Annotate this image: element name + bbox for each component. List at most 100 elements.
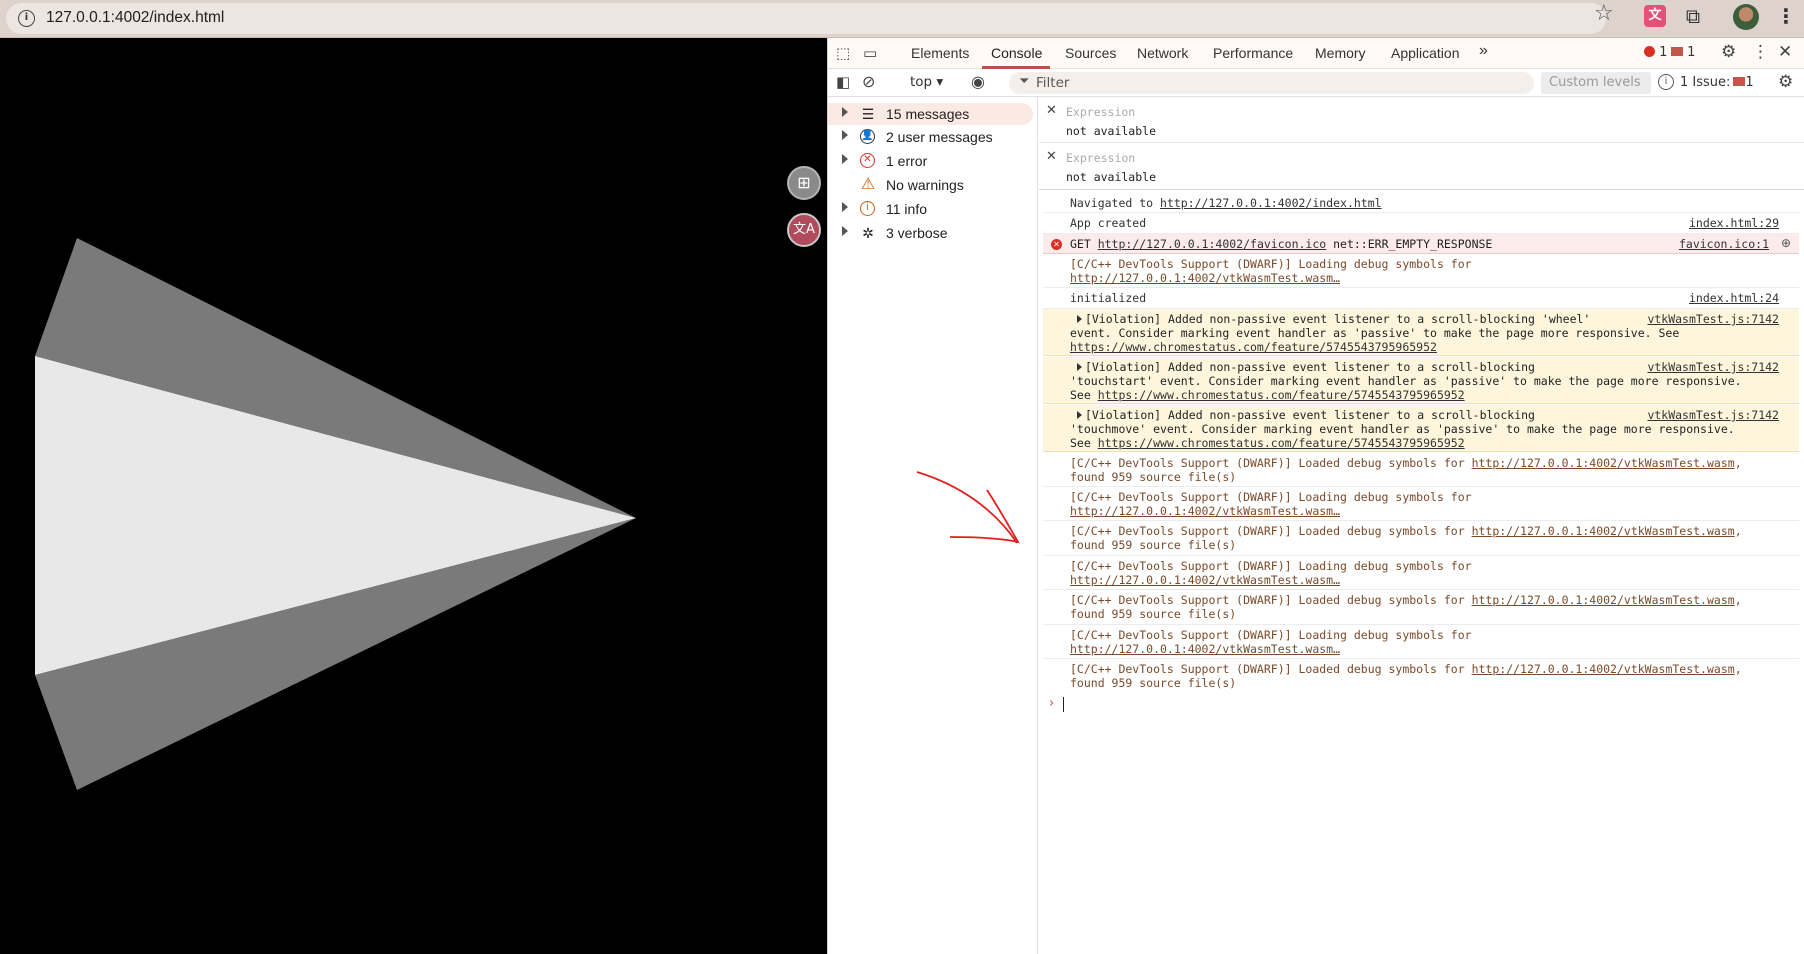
site-info-icon[interactable]: i xyxy=(18,10,35,27)
expand-arrow-icon[interactable] xyxy=(842,154,848,164)
console-prompt-icon: › xyxy=(1049,696,1055,711)
error-count-badge[interactable]: 1 xyxy=(1644,45,1667,60)
tab-network[interactable]: Network xyxy=(1137,45,1188,61)
address-bar[interactable]: i 127.0.0.1:4002/index.html xyxy=(6,3,1606,34)
extension-translate-icon[interactable]: 文 xyxy=(1644,5,1666,27)
sidebar-item-messages[interactable]: ☰ 15 messages xyxy=(828,103,1033,125)
filter-input[interactable]: ⏷ Filter xyxy=(1009,72,1534,94)
source-link[interactable]: favicon.ico:1 xyxy=(1679,237,1769,251)
console-output[interactable]: ✕ Expression not available ✕ Expression … xyxy=(1039,97,1804,954)
message-link[interactable]: http://127.0.0.1:4002/vtkWasmTest.wasm… xyxy=(1070,504,1340,518)
message-link[interactable]: http://127.0.0.1:4002/favicon.ico xyxy=(1098,237,1326,251)
tab-sources[interactable]: Sources xyxy=(1065,45,1116,61)
message-line: [Violation] Added non-passive event list… xyxy=(1084,360,1535,374)
console-error-message: ✕ GET http://127.0.0.1:4002/favicon.ico … xyxy=(1043,234,1799,254)
issues-button[interactable]: 1 Issue: 1 xyxy=(1680,75,1754,90)
console-violation-message[interactable]: [Violation] Added non-passive event list… xyxy=(1043,357,1799,404)
tab-elements[interactable]: Elements xyxy=(911,45,969,61)
sidebar-item-verbose[interactable]: ✲ 3 verbose xyxy=(828,222,1033,244)
message-link[interactable]: http://127.0.0.1:4002/vtkWasmTest.wasm… xyxy=(1070,642,1340,656)
close-icon[interactable]: ✕ xyxy=(1046,103,1057,118)
live-expression[interactable]: ✕ Expression not available xyxy=(1039,143,1804,190)
message-suffix: , xyxy=(1734,593,1742,607)
message-text: [C/C++ DevTools Support (DWARF)] Loading… xyxy=(1070,257,1690,285)
devtools-menu-icon[interactable]: ⋮ xyxy=(1752,42,1769,62)
message-text: initialized xyxy=(1070,291,1147,305)
log-levels-dropdown[interactable]: Custom levels ▾ xyxy=(1541,72,1651,112)
apps-grid-icon[interactable]: ⊞ xyxy=(787,166,821,200)
warning-icon: ⚠ xyxy=(860,176,876,193)
expand-arrow-icon[interactable] xyxy=(842,107,848,117)
issue-count-badge[interactable]: 1 xyxy=(1671,45,1695,60)
sidebar-item-errors[interactable]: ✕ 1 error xyxy=(828,150,1033,172)
extensions-puzzle-icon[interactable]: ⧉ xyxy=(1682,5,1704,27)
profile-avatar[interactable] xyxy=(1733,4,1759,30)
source-link[interactable]: index.html:24 xyxy=(1689,291,1779,305)
issue-flag-icon xyxy=(1733,77,1746,86)
sidebar-toggle-icon[interactable]: ◧ xyxy=(836,73,850,91)
render-viewport[interactable]: ⊞ 文A xyxy=(0,38,827,954)
message-link[interactable]: http://127.0.0.1:4002/vtkWasmTest.wasm xyxy=(1472,662,1735,676)
source-link[interactable]: vtkWasmTest.js:7142 xyxy=(1647,360,1779,374)
message-text: [C/C++ DevTools Support (DWARF)] Loading… xyxy=(1070,559,1690,587)
expand-triangle-icon[interactable] xyxy=(1076,363,1082,371)
message-link[interactable]: https://www.chromestatus.com/feature/574… xyxy=(1070,340,1437,354)
console-input[interactable] xyxy=(1063,697,1064,712)
message-line: found 959 source file(s) xyxy=(1070,607,1237,621)
message-link[interactable]: http://127.0.0.1:4002/vtkWasmTest.wasm… xyxy=(1070,573,1340,587)
sidebar-item-info[interactable]: i 11 info xyxy=(828,198,1033,220)
error-icon: ✕ xyxy=(1051,239,1062,250)
message-link[interactable]: http://127.0.0.1:4002/index.html xyxy=(1160,196,1382,210)
message-link[interactable]: http://127.0.0.1:4002/vtkWasmTest.wasm xyxy=(1472,524,1735,538)
close-icon[interactable]: ✕ xyxy=(1046,149,1057,164)
expand-triangle-icon[interactable] xyxy=(1076,315,1082,323)
source-link[interactable]: index.html:29 xyxy=(1689,216,1779,230)
tab-performance[interactable]: Performance xyxy=(1213,45,1293,61)
source-link[interactable]: vtkWasmTest.js:7142 xyxy=(1647,312,1779,326)
tab-console[interactable]: Console xyxy=(991,45,1042,61)
message-text: [C/C++ DevTools Support (DWARF)] Loaded … xyxy=(1070,524,1804,552)
message-suffix: net::ERR_EMPTY_RESPONSE xyxy=(1326,237,1493,251)
message-prefix: [C/C++ DevTools Support (DWARF)] Loaded … xyxy=(1070,524,1472,538)
clear-console-icon[interactable]: ⊘ xyxy=(862,72,875,91)
expand-triangle-icon[interactable] xyxy=(1076,411,1082,419)
inspect-element-icon[interactable]: ⬚ xyxy=(836,44,850,62)
expand-arrow-icon[interactable] xyxy=(842,130,848,140)
message-link[interactable]: http://127.0.0.1:4002/vtkWasmTest.wasm xyxy=(1472,593,1735,607)
cone-render xyxy=(35,238,636,790)
message-text: App created xyxy=(1070,216,1147,230)
sidebar-item-label: No warnings xyxy=(886,177,964,193)
issues-label: 1 Issue: xyxy=(1680,75,1731,90)
message-link[interactable]: https://www.chromestatus.com/feature/574… xyxy=(1098,436,1465,450)
sidebar-item-user-messages[interactable]: 👤 2 user messages xyxy=(828,126,1033,148)
network-globe-icon[interactable]: ⊕ xyxy=(1781,236,1791,250)
message-link[interactable]: https://www.chromestatus.com/feature/574… xyxy=(1098,388,1465,402)
browser-menu-icon[interactable]: ⋮ xyxy=(1775,5,1797,27)
tab-memory[interactable]: Memory xyxy=(1315,45,1366,61)
context-selector[interactable]: top ▾ xyxy=(910,74,943,90)
console-filterbar: ◧ ⊘ top ▾ ◉ ⏷ Filter Custom levels ▾ i 1… xyxy=(828,69,1804,112)
tab-application[interactable]: Application xyxy=(1391,45,1460,61)
console-violation-message[interactable]: [Violation] Added non-passive event list… xyxy=(1043,405,1799,452)
expression-label: Expression xyxy=(1066,151,1136,165)
sidebar-item-warnings[interactable]: ⚠ No warnings xyxy=(828,174,1033,196)
console-settings-icon[interactable]: ⚙ xyxy=(1778,72,1793,92)
sidebar-item-label: 3 verbose xyxy=(886,225,948,241)
expand-arrow-icon[interactable] xyxy=(842,202,848,212)
settings-gear-icon[interactable]: ⚙ xyxy=(1721,42,1736,62)
live-expression-eye-icon[interactable]: ◉ xyxy=(971,72,985,91)
source-link[interactable]: vtkWasmTest.js:7142 xyxy=(1647,408,1779,422)
address-url[interactable]: 127.0.0.1:4002/index.html xyxy=(46,9,224,27)
message-line: found 959 source file(s) xyxy=(1070,470,1237,484)
expand-arrow-icon[interactable] xyxy=(842,226,848,236)
message-prefix: See xyxy=(1070,388,1098,402)
live-expression[interactable]: ✕ Expression not available xyxy=(1039,97,1804,143)
more-tabs-button[interactable]: » xyxy=(1479,42,1488,60)
device-toggle-icon[interactable]: ▭ xyxy=(863,44,877,62)
translate-icon[interactable]: 文A xyxy=(787,213,821,247)
bookmark-star-icon[interactable]: ☆ xyxy=(1594,1,1614,26)
message-link[interactable]: http://127.0.0.1:4002/vtkWasmTest.wasm xyxy=(1472,456,1735,470)
console-violation-message[interactable]: [Violation] Added non-passive event list… xyxy=(1043,309,1799,356)
close-devtools-icon[interactable]: ✕ xyxy=(1778,42,1792,62)
message-link[interactable]: http://127.0.0.1:4002/vtkWasmTest.wasm… xyxy=(1070,271,1340,285)
